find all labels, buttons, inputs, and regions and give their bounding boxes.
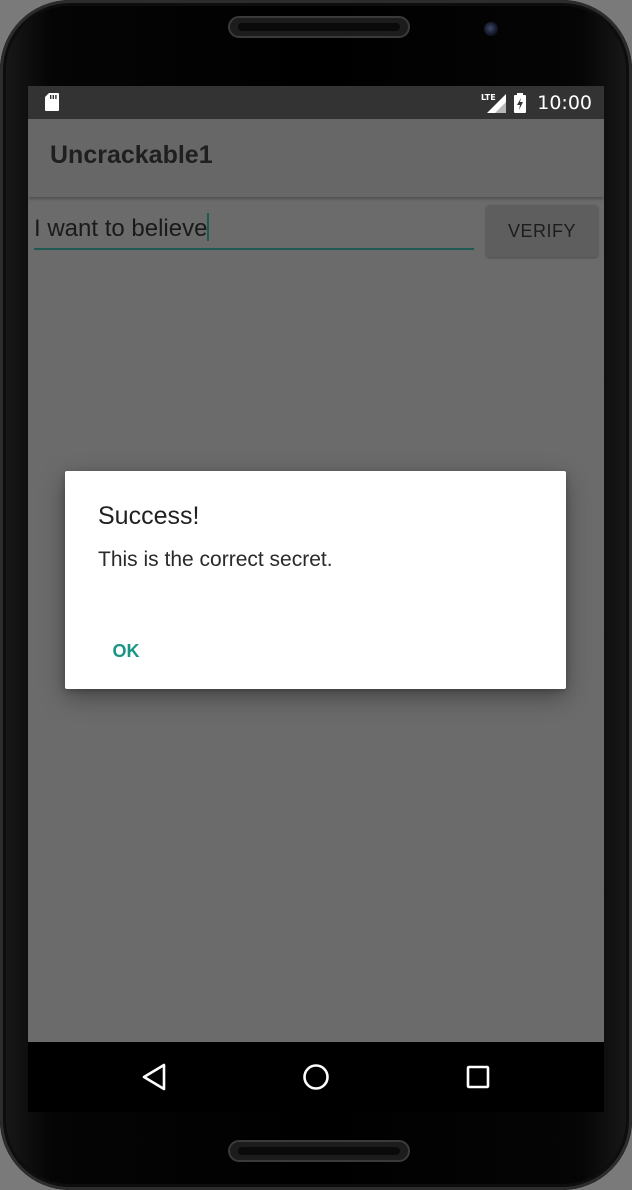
app-title: Uncrackable1 — [50, 141, 213, 169]
front-camera — [484, 22, 498, 36]
secret-input-value: I want to believe — [34, 215, 208, 242]
home-icon[interactable] — [298, 1059, 334, 1095]
lte-signal-icon: LTE — [481, 93, 507, 113]
ok-button[interactable]: OK — [101, 633, 151, 669]
dialog-message: This is the correct secret. — [98, 548, 333, 571]
svg-text:LTE: LTE — [481, 93, 496, 102]
verify-button-label: VERIFY — [507, 220, 576, 241]
device-screen: LTE 10:00 Uncrackable1 I want to believe… — [28, 86, 604, 1112]
status-icons: LTE 10:00 — [481, 86, 592, 119]
dialog-title: Success! — [98, 502, 200, 530]
text-caret — [207, 213, 210, 241]
back-icon[interactable] — [138, 1059, 174, 1095]
navigation-bar — [28, 1042, 604, 1112]
success-dialog: Success! This is the correct secret. OK — [65, 471, 566, 689]
battery-charging-icon — [514, 92, 527, 113]
recents-icon[interactable] — [460, 1059, 496, 1095]
sd-card-icon — [45, 93, 59, 111]
device-frame: LTE 10:00 Uncrackable1 I want to believe… — [0, 0, 632, 1190]
secret-input[interactable]: I want to believe — [34, 212, 474, 250]
top-speaker — [228, 16, 410, 38]
app-bar: Uncrackable1 — [28, 119, 604, 197]
ok-button-label: OK — [112, 640, 140, 661]
status-bar: LTE 10:00 — [28, 86, 604, 119]
verify-button[interactable]: VERIFY — [486, 205, 598, 257]
bottom-speaker — [228, 1140, 410, 1162]
status-clock: 10:00 — [537, 91, 592, 114]
